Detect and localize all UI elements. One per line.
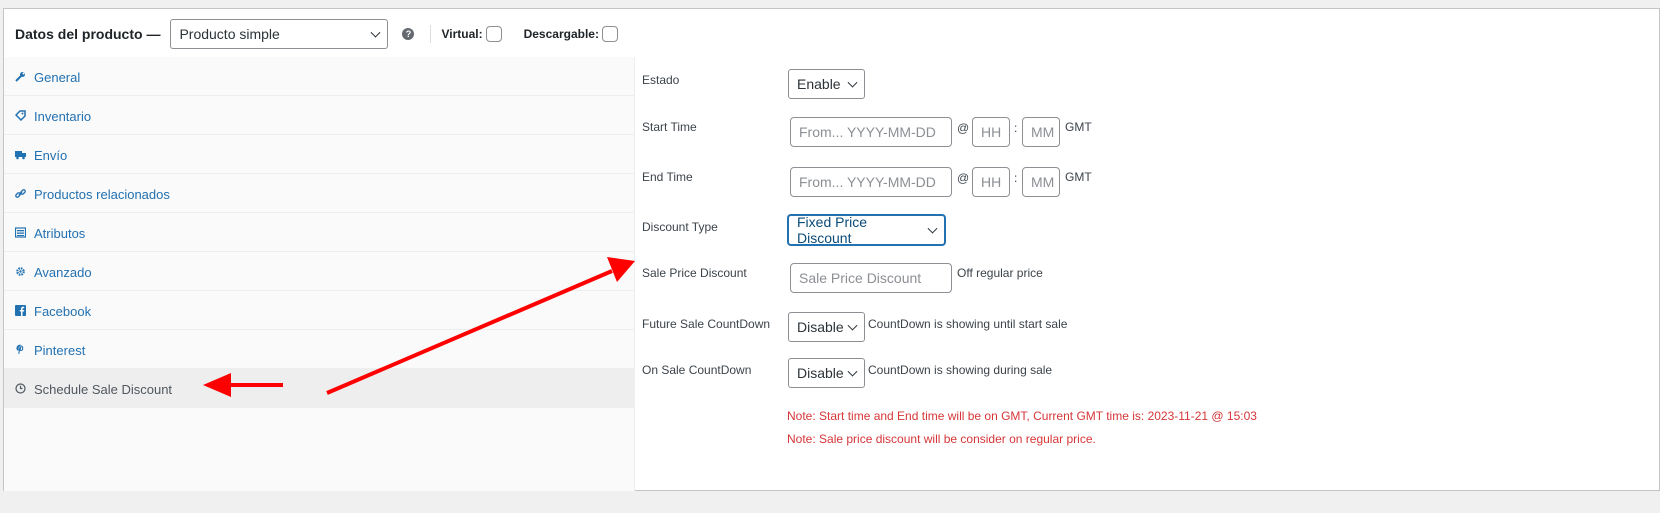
tab-schedule-sale-discount[interactable]: Schedule Sale Discount (4, 369, 634, 408)
tab-label: General (34, 69, 81, 85)
end-at-symbol: @ (957, 171, 970, 185)
tab-inventory[interactable]: Inventario (4, 96, 634, 135)
downloadable-checkbox[interactable] (601, 26, 618, 42)
virtual-label: Virtual: (441, 27, 483, 41)
tab-attributes[interactable]: Atributos (4, 213, 634, 252)
end-time-label: End Time (642, 170, 693, 184)
chevron-down-icon (847, 77, 858, 88)
end-gmt-label: GMT (1065, 170, 1092, 184)
future-countdown-label: Future Sale CountDown (642, 317, 771, 331)
discount-type-value: Fixed Price Discount (797, 214, 868, 246)
estado-select[interactable]: Enable (788, 69, 865, 99)
downloadable-label: Descargable: (523, 27, 599, 41)
start-time-label: Start Time (642, 120, 697, 134)
product-data-tabs: General Inventario Envío Productos relac… (4, 57, 635, 491)
product-type-value: Producto simple (179, 26, 280, 42)
link-icon (15, 188, 26, 199)
sale-price-label: Sale Price Discount (642, 266, 747, 280)
discount-type-select[interactable]: Fixed Price Discount (788, 214, 945, 246)
header-divider (430, 25, 432, 43)
chevron-down-icon (847, 320, 858, 331)
start-hour-input[interactable]: HH (972, 117, 1010, 147)
future-countdown-select[interactable]: Disable (788, 312, 865, 342)
future-countdown-note: CountDown is showing until start sale (868, 317, 1068, 331)
product-data-title: Datos del producto — (15, 26, 161, 42)
discount-type-label: Discount Type (642, 220, 718, 234)
tab-label: Productos relacionados (34, 186, 170, 202)
facebook-icon (15, 304, 26, 316)
tab-advanced[interactable]: Avanzado (4, 252, 634, 291)
end-minute-input[interactable]: MM (1022, 167, 1060, 197)
tab-label: Atributos (34, 225, 86, 241)
tab-label: Pinterest (34, 342, 86, 358)
estado-value: Enable (797, 76, 841, 92)
tab-pinterest[interactable]: Pinterest (4, 330, 634, 369)
estado-label: Estado (642, 73, 680, 87)
tab-linked-products[interactable]: Productos relacionados (4, 174, 634, 213)
wrench-icon (15, 71, 26, 82)
start-at-symbol: @ (957, 121, 970, 135)
start-colon: : (1014, 121, 1018, 135)
tab-facebook[interactable]: Facebook (4, 291, 634, 330)
gmt-note: Note: Start time and End time will be on… (787, 409, 1257, 423)
tag-icon (15, 109, 26, 121)
end-colon: : (1014, 171, 1018, 185)
tab-label: Facebook (34, 303, 92, 319)
tab-label: Inventario (34, 108, 92, 124)
on-sale-countdown-label: On Sale CountDown (642, 363, 752, 377)
sale-price-input[interactable]: Sale Price Discount (790, 263, 952, 293)
tab-label: Avanzado (34, 264, 92, 280)
list-icon (15, 226, 26, 238)
tab-shipping[interactable]: Envío (4, 135, 634, 174)
tab-general[interactable]: General (4, 57, 634, 96)
tab-label: Schedule Sale Discount (34, 381, 173, 397)
on-sale-countdown-value: Disable (797, 365, 844, 381)
gear-icon (15, 266, 26, 277)
product-data-header: Datos del producto — Producto simple ? V… (4, 9, 1659, 59)
truck-icon (15, 149, 26, 160)
product-type-select[interactable]: Producto simple (170, 19, 389, 49)
help-icon[interactable]: ? (402, 28, 415, 40)
chevron-down-icon (847, 366, 858, 377)
pinterest-icon (15, 343, 26, 355)
virtual-checkbox[interactable] (485, 26, 502, 42)
start-minute-input[interactable]: MM (1022, 117, 1060, 147)
end-hour-input[interactable]: HH (972, 167, 1010, 197)
sale-price-suffix: Off regular price (957, 266, 1043, 280)
regular-price-note: Note: Sale price discount will be consid… (787, 432, 1096, 446)
on-sale-countdown-note: CountDown is showing during sale (868, 363, 1053, 377)
clock-icon (15, 382, 26, 394)
chevron-down-icon (371, 27, 381, 38)
future-countdown-value: Disable (797, 319, 844, 335)
virtual-option[interactable]: Virtual: (441, 26, 523, 42)
chevron-down-icon (927, 223, 938, 234)
start-date-input[interactable]: From... YYYY-MM-DD (790, 117, 952, 147)
downloadable-option[interactable]: Descargable: (524, 26, 640, 42)
end-date-input[interactable]: From... YYYY-MM-DD (790, 167, 952, 197)
start-gmt-label: GMT (1065, 120, 1092, 134)
on-sale-countdown-select[interactable]: Disable (788, 358, 865, 388)
tab-label: Envío (34, 147, 68, 163)
